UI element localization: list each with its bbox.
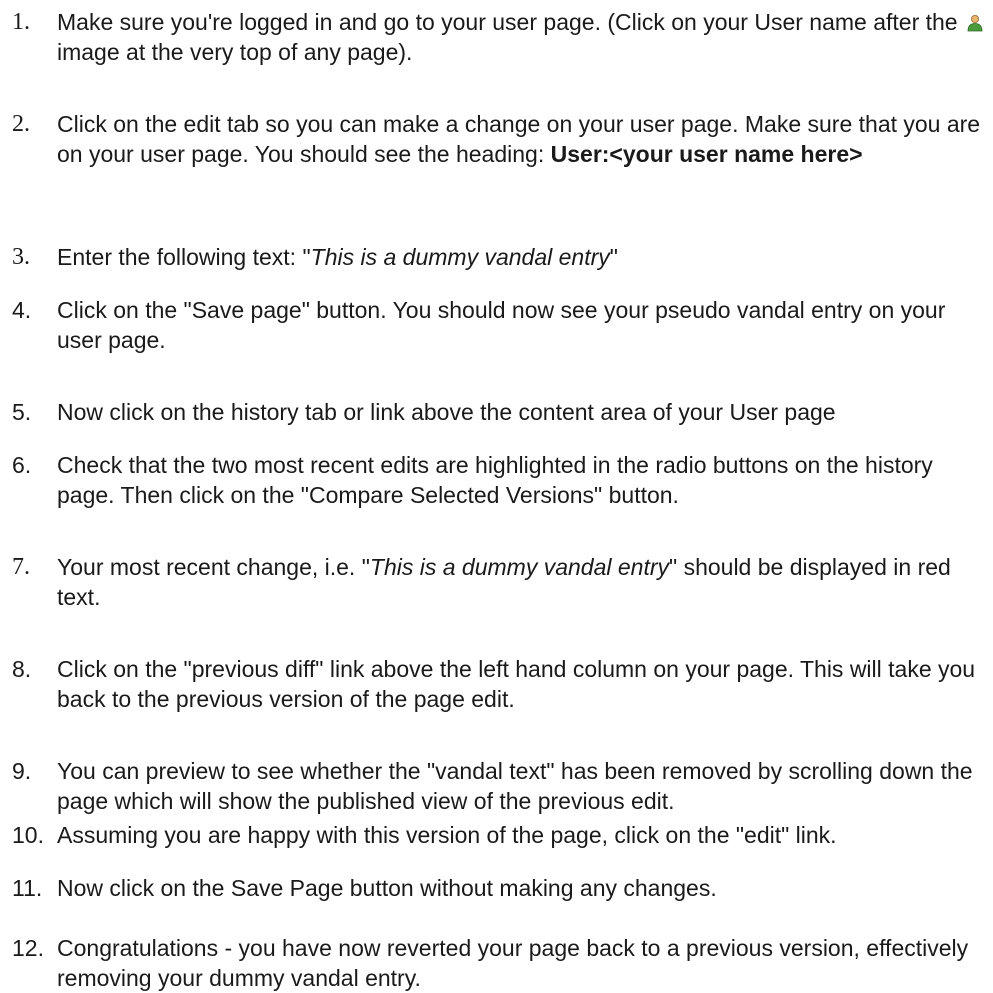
step-number: 12. <box>12 935 44 961</box>
step-text-part: " <box>609 244 618 270</box>
step-text: Click on the "previous diff" link above … <box>57 656 976 712</box>
step-text: Your most recent change, i.e. "This is a… <box>57 552 987 612</box>
step-number: 9. <box>12 758 32 784</box>
step-text: Now click on the history tab or link abo… <box>57 399 836 425</box>
dummy-entry-text: This is a dummy vandal entry <box>369 554 670 580</box>
step-text: Congratulations - you have now reverted … <box>57 935 969 991</box>
step-text-part: Your most recent change, i.e. " <box>57 554 370 580</box>
step-number: 7. <box>12 554 30 580</box>
step-text: Click on the "Save page" button. You sho… <box>57 297 946 353</box>
step-text-part: Make sure you're logged in and go to you… <box>57 9 964 35</box>
step-text: Make sure you're logged in and go to you… <box>57 7 987 67</box>
step-text: Assuming you are happy with this version… <box>57 822 837 848</box>
step-text: Click on the edit tab so you can make a … <box>57 109 987 169</box>
dummy-entry-text: This is a dummy vandal entry <box>310 244 610 270</box>
step-number: 5. <box>12 399 32 425</box>
step-number: 8. <box>12 656 32 682</box>
step-text: Enter the following text: "This is a dum… <box>57 242 987 272</box>
step-number: 11. <box>12 875 43 901</box>
step-text-part: image at the very top of any page). <box>57 39 413 65</box>
user-icon <box>967 15 983 32</box>
step-number: 6. <box>12 452 32 478</box>
step-text: You can preview to see whether the "vand… <box>57 758 973 814</box>
heading-example: User:<your user name here> <box>550 141 863 167</box>
step-number: 1. <box>12 9 30 35</box>
step-text-part: Enter the following text: " <box>57 244 311 270</box>
step-text: Now click on the Save Page button withou… <box>57 875 717 901</box>
step-number: 4. <box>12 297 32 323</box>
step-number: 2. <box>12 111 30 137</box>
step-number: 10. <box>12 822 44 848</box>
step-number: 3. <box>12 244 30 270</box>
step-text: Check that the two most recent edits are… <box>57 452 933 508</box>
